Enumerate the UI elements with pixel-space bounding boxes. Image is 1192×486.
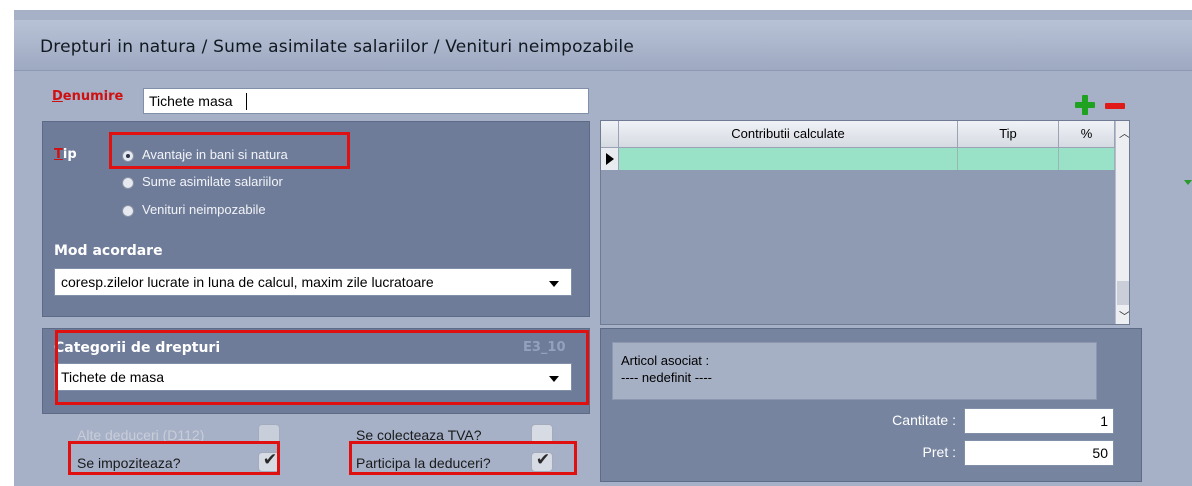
- vertical-scrollbar[interactable]: ︿ ﹀: [1115, 121, 1129, 324]
- pret-value: 50: [1092, 445, 1108, 461]
- denumire-value: Tichete masa: [149, 93, 233, 109]
- articol-label: Articol asociat :: [621, 353, 710, 368]
- pret-label: Pret :: [922, 444, 956, 460]
- scrollbar-thumb[interactable]: [1117, 281, 1129, 305]
- denumire-label-rest: enumire: [62, 89, 124, 104]
- grid-corner: [601, 121, 619, 148]
- arrow-right-icon: [606, 153, 614, 165]
- pret-input[interactable]: 50: [964, 440, 1114, 466]
- highlight-participa: [349, 441, 577, 475]
- option-venituri: Venituri neimpozabile: [142, 202, 266, 217]
- tip-label-rest: ip: [62, 147, 77, 162]
- denumire-input[interactable]: Tichete masa: [143, 88, 589, 114]
- radio-sume-asimilate[interactable]: [122, 177, 134, 189]
- highlight-categorii: [55, 330, 589, 405]
- cantitate-input[interactable]: 1: [964, 408, 1114, 434]
- tip-label-accel: T: [54, 147, 63, 162]
- articol-box[interactable]: Articol asociat : ---- nedefinit ----: [612, 342, 1097, 400]
- column-header-percent[interactable]: %: [1059, 121, 1115, 148]
- chevron-up-icon[interactable]: ︿: [1119, 128, 1129, 139]
- plus-icon[interactable]: [1074, 94, 1096, 116]
- chevron-down-icon[interactable]: ﹀: [1119, 311, 1129, 322]
- text-cursor: [246, 93, 247, 110]
- window-title: Drepturi in natura / Sume asimilate sala…: [40, 37, 634, 57]
- option-sume-asimilate: Sume asimilate salariilor: [142, 174, 283, 189]
- table-cell-percent[interactable]: [1059, 148, 1115, 170]
- cantitate-value: 1: [1100, 413, 1108, 429]
- radio-venituri[interactable]: [122, 205, 134, 217]
- articol-value: ---- nedefinit ----: [621, 370, 713, 385]
- tip-label: Tip: [54, 147, 77, 162]
- highlight-tip: [109, 132, 350, 169]
- column-header-contributii[interactable]: Contributii calculate: [619, 121, 958, 148]
- highlight-se-impoziteaza: [68, 441, 280, 475]
- denumire-label: Denumire: [52, 89, 123, 104]
- minus-icon[interactable]: [1105, 103, 1125, 109]
- dialog-window: Drepturi in natura / Sume asimilate sala…: [14, 10, 1192, 486]
- table-cell-contributii[interactable]: [619, 148, 958, 170]
- mod-acordare-value: coresp.zilelor lucrate in luna de calcul…: [61, 274, 434, 290]
- table-cell-tip[interactable]: [958, 148, 1059, 170]
- denumire-label-accel: D: [52, 89, 63, 104]
- contributii-grid[interactable]: Contributii calculate Tip % ︿ ﹀: [600, 120, 1130, 325]
- green-marker-icon: [1184, 180, 1192, 185]
- row-indicator[interactable]: [601, 148, 619, 170]
- cantitate-label: Cantitate :: [892, 412, 956, 428]
- title-bar: Drepturi in natura / Sume asimilate sala…: [14, 20, 1192, 71]
- mod-acordare-label: Mod acordare: [54, 243, 163, 259]
- screen-background: Drepturi in natura / Sume asimilate sala…: [0, 0, 1192, 486]
- mod-acordare-select[interactable]: coresp.zilelor lucrate in luna de calcul…: [54, 268, 572, 296]
- chevron-down-icon: [549, 281, 559, 287]
- column-header-tip[interactable]: Tip: [958, 121, 1059, 148]
